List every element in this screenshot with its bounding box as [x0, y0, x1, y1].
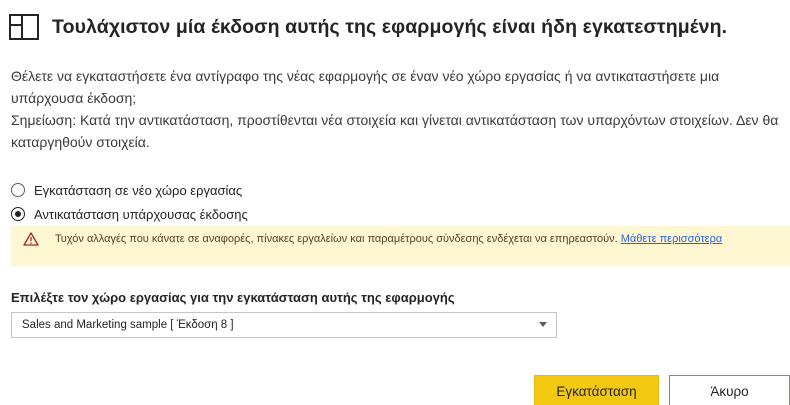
description-note: Σημείωση: Κατά την αντικατάσταση, προστί…	[11, 112, 779, 150]
learn-more-link[interactable]: Μάθετε περισσότερα	[621, 233, 722, 245]
dialog-title: Τουλάχιστον μία έκδοση αυτής της εφαρμογ…	[52, 15, 728, 38]
description-question: Θέλετε να εγκαταστήσετε ένα αντίγραφο τη…	[11, 68, 720, 106]
install-app-dialog: Τουλάχιστον μία έκδοση αυτής της εφαρμογ…	[0, 0, 790, 405]
radio-label-replace-version: Αντικατάσταση υπάρχουσας έκδοσης	[34, 206, 248, 222]
warning-banner: Τυχόν αλλαγές που κάνατε σε αναφορές, πί…	[11, 226, 790, 266]
dialog-header: Τουλάχιστον μία έκδοση αυτής της εφαρμογ…	[9, 14, 727, 40]
chevron-down-icon	[539, 322, 547, 327]
warning-text: Τυχόν αλλαγές που κάνατε σε αναφορές, πί…	[55, 233, 621, 245]
app-layout-icon	[9, 14, 39, 40]
radio-option-new-workspace[interactable]: Εγκατάσταση σε νέο χώρο εργασίας	[11, 178, 248, 202]
workspace-dropdown-value: Sales and Marketing sample [ Έκδοση 8 ]	[22, 319, 234, 331]
radio-option-replace-version[interactable]: Αντικατάσταση υπάρχουσας έκδοσης	[11, 202, 248, 226]
radio-button-new-workspace[interactable]	[11, 183, 25, 197]
dialog-description: Θέλετε να εγκαταστήσετε ένα αντίγραφο τη…	[11, 65, 781, 153]
warning-icon	[23, 232, 39, 246]
radio-label-new-workspace: Εγκατάσταση σε νέο χώρο εργασίας	[34, 182, 243, 198]
install-button[interactable]: Εγκατάσταση	[534, 375, 659, 405]
workspace-dropdown[interactable]: Sales and Marketing sample [ Έκδοση 8 ]	[11, 312, 557, 338]
install-mode-radio-group: Εγκατάσταση σε νέο χώρο εργασίας Αντικατ…	[11, 178, 248, 226]
warning-message: Τυχόν αλλαγές που κάνατε σε αναφορές, πί…	[55, 232, 780, 246]
workspace-select-label: Επιλέξτε τον χώρο εργασίας για την εγκατ…	[11, 290, 455, 305]
cancel-button[interactable]: Άκυρο	[669, 375, 790, 405]
radio-button-replace-version[interactable]	[11, 207, 25, 221]
